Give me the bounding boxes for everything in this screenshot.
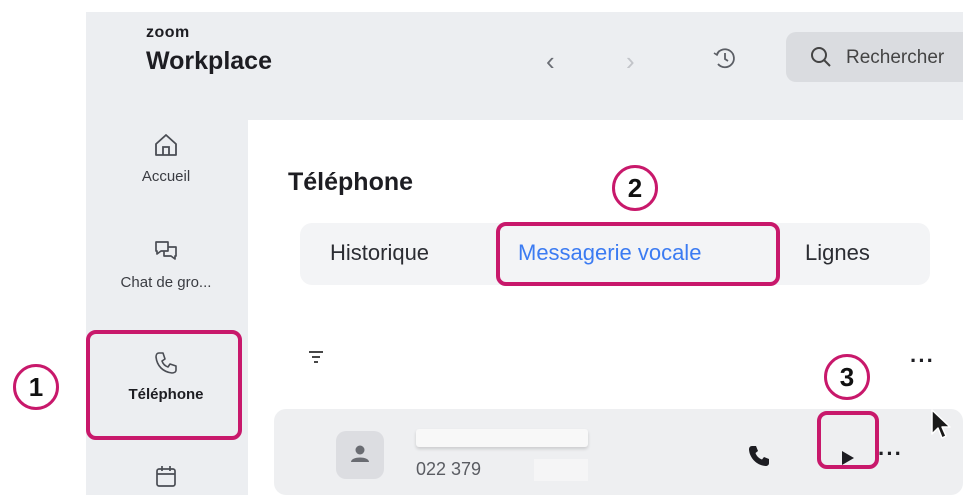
tab-historique[interactable]: Historique xyxy=(330,240,429,266)
search-bar[interactable]: Rechercher xyxy=(786,32,963,82)
sidebar-item-label: Accueil xyxy=(141,168,191,185)
contact-name-redacted xyxy=(416,429,588,447)
filter-icon[interactable] xyxy=(308,350,324,364)
step-badge-3: 3 xyxy=(824,354,870,400)
home-icon xyxy=(155,134,177,156)
call-back-icon[interactable] xyxy=(748,445,770,467)
voicemail-more-options-button[interactable]: ··· xyxy=(878,443,903,465)
step-badge-1: 1 xyxy=(13,364,59,410)
step-badge-2: 2 xyxy=(612,165,658,211)
number-redaction xyxy=(534,459,588,481)
tab-lignes[interactable]: Lignes xyxy=(805,240,870,266)
brand-small: zoom xyxy=(146,24,190,41)
highlight-voicemail-tab xyxy=(496,222,780,286)
back-button[interactable]: ‹ xyxy=(546,48,555,74)
sidebar-item-calendar[interactable] xyxy=(96,464,236,490)
chat-icon xyxy=(155,241,177,260)
avatar xyxy=(336,431,384,479)
sidebar-item-label: Chat de gro... xyxy=(120,274,212,291)
forward-button[interactable]: › xyxy=(626,48,635,74)
list-more-options-button[interactable]: ··· xyxy=(910,350,935,372)
brand-title: Workplace xyxy=(146,47,272,75)
search-placeholder: Rechercher xyxy=(846,47,945,68)
caller-number: 022 379 xyxy=(416,459,482,479)
sidebar-item-chat[interactable]: Chat de gro... xyxy=(96,238,236,291)
mouse-cursor-icon xyxy=(931,409,951,439)
page-title: Téléphone xyxy=(288,168,414,196)
highlight-telephone-sidebar xyxy=(86,330,242,440)
user-icon xyxy=(351,445,369,462)
search-icon xyxy=(811,47,831,67)
calendar-icon xyxy=(156,466,176,487)
history-clock-icon[interactable] xyxy=(712,45,738,71)
highlight-play-button xyxy=(817,411,879,469)
sidebar-item-accueil[interactable]: Accueil xyxy=(96,132,236,185)
